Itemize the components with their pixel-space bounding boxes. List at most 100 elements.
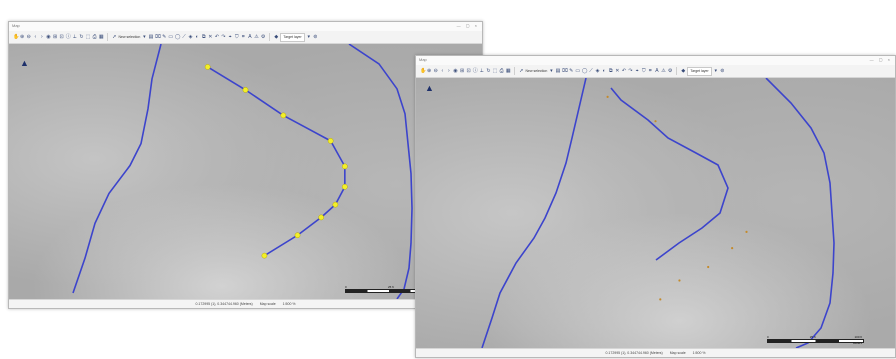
target-layer-dropdown[interactable]: Target layer — [687, 66, 712, 76]
map-svg[interactable] — [416, 78, 895, 348]
filter-icon[interactable]: ⛉ — [641, 68, 646, 74]
copy-icon[interactable]: ⧉ — [608, 68, 613, 74]
grid-icon[interactable]: ⌗ — [648, 68, 653, 74]
refresh-icon[interactable]: ↻ — [79, 34, 84, 40]
vertex-marker[interactable] — [327, 138, 334, 144]
map-canvas[interactable]: ▲ 0 25 ft — [9, 44, 482, 299]
bookmark-icon[interactable]: ⬚ — [493, 68, 498, 74]
zoom-in-icon[interactable]: ⊕ — [427, 68, 432, 74]
snap-icon[interactable]: ⌖ — [228, 34, 233, 40]
zoom-selection-icon[interactable]: ⊡ — [466, 68, 471, 74]
forward-icon[interactable]: › — [39, 34, 44, 40]
selection-mode-label[interactable]: New selection — [526, 69, 548, 73]
full-extent-icon[interactable]: ◉ — [46, 34, 51, 40]
vertex-marker[interactable] — [242, 87, 249, 93]
draw-circle-icon[interactable]: ◯ — [175, 34, 181, 40]
undo-icon[interactable]: ↶ — [621, 68, 626, 74]
zoom-out-icon[interactable]: ⊖ — [26, 34, 31, 40]
target-layer-dropdown[interactable]: Target layer — [280, 32, 305, 42]
filter-icon[interactable]: ⛉ — [234, 34, 239, 40]
pan-hand-icon[interactable]: ✋ — [420, 68, 426, 74]
redo-icon[interactable]: ↷ — [628, 68, 633, 74]
point-marker[interactable] — [731, 247, 734, 250]
zoom-selection-icon[interactable]: ⊡ — [59, 34, 64, 40]
clear-selection-icon[interactable]: ⌧ — [155, 34, 161, 40]
point-marker[interactable] — [678, 279, 681, 282]
vertex-marker[interactable] — [341, 163, 348, 170]
window-controls[interactable]: — ▢ × — [870, 57, 892, 62]
chevron-down-icon[interactable]: ▾ — [306, 34, 311, 40]
copy-icon[interactable]: ⧉ — [201, 34, 206, 40]
attribute-table-icon[interactable]: ▤ — [148, 34, 154, 40]
chevron-down-icon[interactable]: ▾ — [549, 68, 554, 74]
zoom-in-icon[interactable]: ⊕ — [20, 34, 25, 40]
split-icon[interactable]: ◐ — [195, 34, 200, 40]
zoom-layer-icon[interactable]: ⊞ — [53, 34, 58, 40]
draw-rect-icon[interactable]: ▭ — [168, 34, 173, 40]
select-arrow-icon[interactable]: ➚ — [112, 34, 117, 40]
scale-value[interactable]: 1:500 % — [283, 302, 296, 306]
point-marker[interactable] — [659, 298, 662, 301]
layout-icon[interactable]: ▦ — [99, 34, 104, 40]
layer-settings-icon[interactable]: ⊚ — [720, 68, 725, 74]
clear-selection-icon[interactable]: ⌧ — [562, 68, 568, 74]
vertex-marker[interactable] — [261, 252, 268, 259]
chevron-down-icon[interactable]: ▾ — [713, 68, 718, 74]
print-icon[interactable]: ⎙ — [499, 68, 504, 74]
vertex-marker[interactable] — [294, 232, 301, 239]
vertex-marker[interactable] — [318, 214, 325, 221]
full-extent-icon[interactable]: ◉ — [453, 68, 458, 74]
vertex-marker[interactable] — [341, 183, 348, 190]
identify-icon[interactable]: ⓘ — [473, 68, 478, 74]
back-icon[interactable]: ‹ — [33, 34, 38, 40]
delete-icon[interactable]: ✕ — [615, 68, 620, 74]
warning-icon[interactable]: ⚠ — [661, 68, 666, 74]
point-marker[interactable] — [606, 95, 609, 98]
snap-icon[interactable]: ⌖ — [635, 68, 640, 74]
layout-icon[interactable]: ▦ — [506, 68, 511, 74]
refresh-icon[interactable]: ↻ — [486, 68, 491, 74]
back-icon[interactable]: ‹ — [440, 68, 445, 74]
split-icon[interactable]: ◐ — [602, 68, 607, 74]
undo-icon[interactable]: ↶ — [214, 34, 219, 40]
draw-line-icon[interactable]: ⟋ — [181, 34, 186, 40]
map-svg[interactable] — [9, 44, 482, 299]
forward-icon[interactable]: › — [446, 68, 451, 74]
point-marker[interactable] — [654, 120, 657, 123]
bookmark-icon[interactable]: ⬚ — [86, 34, 91, 40]
warning-icon[interactable]: ⚠ — [254, 34, 259, 40]
attribute-table-icon[interactable]: ▤ — [555, 68, 561, 74]
settings-icon[interactable]: ⚙ — [261, 34, 266, 40]
edit-icon[interactable]: ✎ — [162, 34, 167, 40]
vertex-marker[interactable] — [280, 112, 287, 119]
map-canvas[interactable]: ▲ 0 25 ft 100 ft Meters — [416, 78, 895, 348]
zoom-layer-icon[interactable]: ⊞ — [460, 68, 465, 74]
vertex-marker[interactable] — [204, 64, 211, 70]
labels-icon[interactable]: A — [247, 34, 252, 40]
point-marker[interactable] — [745, 230, 748, 233]
pan-hand-icon[interactable]: ✋ — [13, 34, 19, 40]
point-marker[interactable] — [707, 265, 710, 269]
vertex-icon[interactable]: ◈ — [188, 34, 193, 40]
select-arrow-icon[interactable]: ➚ — [519, 68, 524, 74]
selection-mode-label[interactable]: New selection — [119, 35, 141, 39]
layer-settings-icon[interactable]: ⊚ — [313, 34, 318, 40]
vertex-marker[interactable] — [332, 201, 339, 208]
draw-line-icon[interactable]: ⟋ — [588, 68, 593, 74]
redo-icon[interactable]: ↷ — [221, 34, 226, 40]
delete-icon[interactable]: ✕ — [208, 34, 213, 40]
print-icon[interactable]: ⎙ — [92, 34, 97, 40]
window-controls[interactable]: — ▢ × — [457, 23, 479, 28]
chevron-down-icon[interactable]: ▾ — [142, 34, 147, 40]
draw-circle-icon[interactable]: ◯ — [582, 68, 588, 74]
zoom-out-icon[interactable]: ⊖ — [433, 68, 438, 74]
settings-icon[interactable]: ⚙ — [668, 68, 673, 74]
labels-icon[interactable]: A — [654, 68, 659, 74]
grid-icon[interactable]: ⌗ — [241, 34, 246, 40]
measure-icon[interactable]: ⟂ — [479, 68, 484, 74]
edit-icon[interactable]: ✎ — [569, 68, 574, 74]
scale-value[interactable]: 1:500 % — [693, 351, 706, 355]
vertex-icon[interactable]: ◈ — [595, 68, 600, 74]
identify-icon[interactable]: ⓘ — [66, 34, 71, 40]
measure-icon[interactable]: ⟂ — [72, 34, 77, 40]
